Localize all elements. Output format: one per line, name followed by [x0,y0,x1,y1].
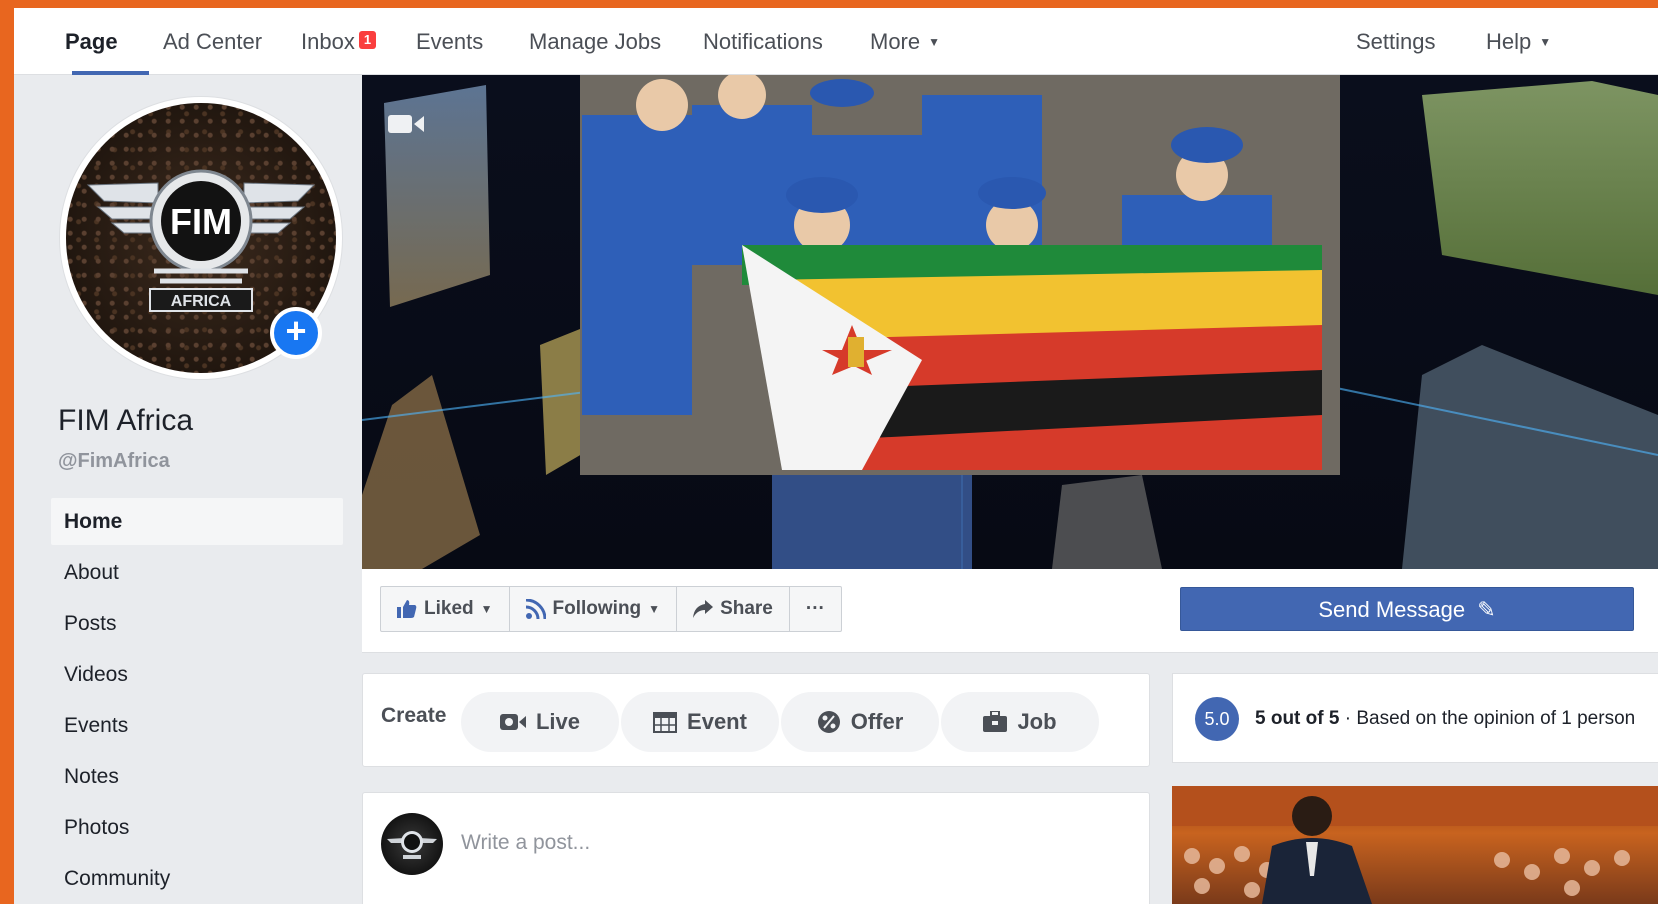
sidebar-item-notes[interactable]: Notes [51,753,343,800]
create-label: Create [381,704,447,727]
share-button[interactable]: Share [677,587,790,631]
nav-help-label: Help [1486,29,1532,54]
write-post-input[interactable]: Write a post... [461,831,590,855]
caret-down-icon: ▼ [480,602,493,616]
live-video-icon [499,714,526,730]
live-label: Live [535,709,581,734]
add-profile-photo-button[interactable]: + [270,307,322,359]
fim-logo-icon [387,831,437,859]
sidebar-item-events[interactable]: Events [51,702,343,749]
svg-text:FIM: FIM [170,201,232,242]
active-tab-indicator [72,71,149,75]
rating-card: 5.0 5 out of 5 · Based on the opinion of… [1172,673,1658,763]
calendar-icon [653,712,678,733]
page-action-buttons: Liked ▼ Following ▼ Share ··· [380,586,842,632]
conference-audience-image [1172,786,1658,904]
share-label: Share [720,598,773,619]
event-label: Event [687,709,747,734]
sidebar-item-home[interactable]: Home [51,498,343,545]
nav-tab-more[interactable]: More ▼ [870,8,940,75]
caret-down-icon: ▼ [928,35,941,49]
top-navigation: Page Ad Center Inbox 1 Events Manage Jobs… [14,8,1658,75]
rating-summary[interactable]: 5 out of 5 · Based on the opinion of 1 p… [1255,708,1635,730]
page-action-bar: Liked ▼ Following ▼ Share ··· Send Messa… [362,569,1658,653]
send-message-label: Send Message [1318,597,1466,622]
liked-label: Liked [424,598,474,619]
sidebar-item-posts[interactable]: Posts [51,600,343,647]
liked-button[interactable]: Liked ▼ [381,587,510,631]
promo-photo[interactable] [1172,786,1658,904]
sidebar-item-videos[interactable]: Videos [51,651,343,698]
pencil-icon: ✎ [1477,597,1496,622]
following-button[interactable]: Following ▼ [510,587,678,631]
send-message-button[interactable]: Send Message ✎ [1180,587,1634,631]
offer-tag-icon [817,711,840,733]
sidebar-item-photos[interactable]: Photos [51,804,343,851]
page-title: FIM Africa [58,404,194,437]
more-options-button[interactable]: ··· [790,587,841,631]
create-job-button[interactable]: Job [941,692,1099,752]
caret-down-icon: ▼ [1539,35,1552,49]
nav-tab-page[interactable]: Page [65,8,118,75]
create-live-button[interactable]: Live [461,692,619,752]
nav-settings[interactable]: Settings [1356,8,1436,75]
nav-tab-notifications[interactable]: Notifications [703,8,823,75]
plus-icon: + [285,310,307,351]
rating-score-badge: 5.0 [1195,697,1239,741]
job-label: Job [1017,709,1057,734]
inbox-badge: 1 [358,31,377,49]
create-offer-button[interactable]: Offer [781,692,939,752]
nav-help[interactable]: Help ▼ [1486,8,1551,75]
caret-down-icon: ▼ [648,602,661,616]
nav-tab-events[interactable]: Events [416,8,483,75]
create-card: Create Live Event Offer Job [362,673,1150,767]
nav-tab-inbox[interactable]: Inbox 1 [301,8,377,75]
create-event-button[interactable]: Event [621,692,779,752]
nav-inbox-label: Inbox [301,29,355,54]
nav-tab-manage-jobs[interactable]: Manage Jobs [529,8,661,75]
page-handle[interactable]: @FimAfrica [58,450,170,473]
rating-summary-strong: 5 out of 5 [1255,708,1340,729]
page-sidebar-nav: Home About Posts Videos Events Notes Pho… [51,498,343,904]
profile-picture-frame: FIM AFRICA + [60,97,342,379]
composer-avatar [381,813,443,875]
rss-icon [525,599,546,619]
briefcase-icon [983,711,1008,732]
nav-tab-ad-center[interactable]: Ad Center [163,8,262,75]
nav-more-label: More [870,29,921,54]
thumbs-up-icon [397,600,417,618]
rating-detail: · Based on the opinion of 1 person [1339,708,1636,729]
offer-label: Offer [850,709,904,734]
svg-text:AFRICA: AFRICA [171,293,232,310]
share-arrow-icon [693,600,714,618]
cover-video[interactable] [362,75,1658,569]
following-label: Following [552,598,642,619]
ellipsis-icon: ··· [805,598,825,619]
post-composer: Write a post... [362,792,1150,904]
sidebar-item-community[interactable]: Community [51,855,343,902]
sidebar-item-about[interactable]: About [51,549,343,596]
cover-image [362,75,1658,569]
